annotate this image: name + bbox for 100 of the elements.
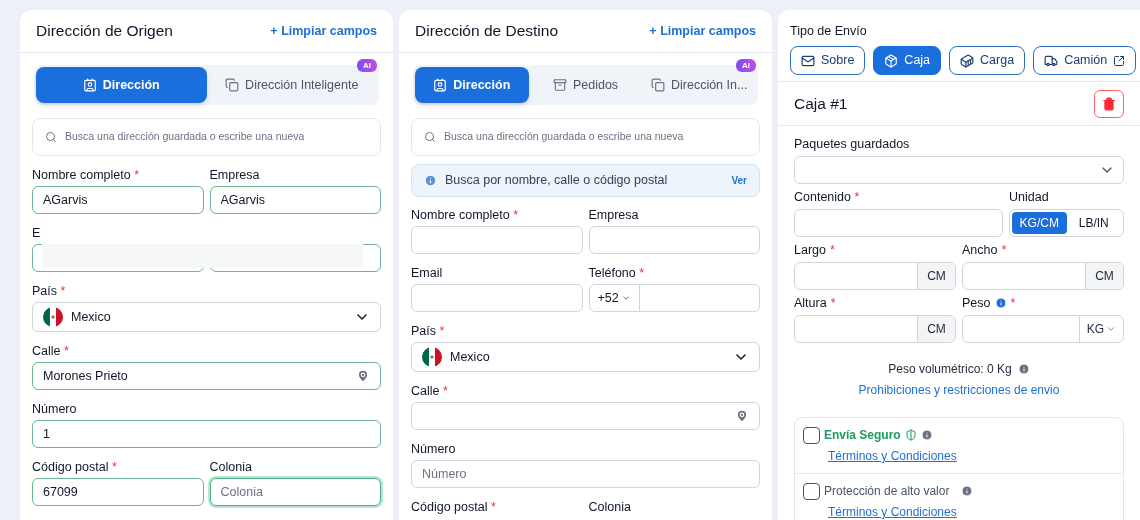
card-title: Dirección de Origen	[36, 21, 173, 42]
archive-box-icon	[552, 78, 567, 92]
clear-fields-link[interactable]: + Limpiar campos	[270, 21, 377, 41]
option-label: Protección de alto valor	[824, 483, 950, 500]
external-link-icon	[1113, 54, 1126, 67]
map-pin-icon	[356, 369, 370, 383]
flag-icon	[422, 347, 442, 367]
field-label: Nombre completo *	[411, 207, 519, 223]
section-title: Tipo de Envío	[790, 24, 867, 38]
field-label: Colonia	[588, 499, 632, 515]
ai-badge: AI	[736, 59, 756, 72]
field-label: Unidad	[1009, 189, 1050, 205]
map-pin-icon	[735, 409, 749, 423]
shipment-type-button[interactable]: Carga	[949, 46, 1026, 75]
country-code-select[interactable]: +52	[589, 285, 640, 311]
field-label: Paquetes guardados	[794, 136, 911, 152]
text-field[interactable]	[411, 284, 583, 312]
field-label: E	[32, 225, 41, 241]
phone-field[interactable]: +52	[588, 284, 760, 312]
shipment-type-button[interactable]: Caja	[873, 46, 942, 75]
contact-card-icon	[82, 78, 97, 92]
flag-icon	[43, 307, 63, 327]
country-select[interactable]: Mexico	[411, 342, 760, 372]
volumetric-weight: Peso volumétrico: 0 Kg	[888, 361, 1012, 378]
measure-field[interactable]: KG	[962, 315, 1124, 343]
unit-addon: CM	[1085, 263, 1123, 289]
field-label: Empresa	[588, 207, 640, 223]
search-icon	[424, 131, 436, 143]
text-field[interactable]: 67099	[32, 478, 204, 506]
text-field[interactable]: Número	[411, 460, 760, 488]
street-field[interactable]: Morones Prieto	[32, 362, 381, 390]
search-field[interactable]: Busca una dirección guardada o escribe una nueva	[32, 118, 381, 156]
field-label: Contenido *	[794, 189, 861, 205]
field-label: Nombre completo *	[32, 167, 140, 183]
field-label: Número	[411, 441, 457, 457]
text-field[interactable]	[411, 226, 583, 254]
field-label: Calle *	[32, 343, 70, 359]
ai-badge: AI	[357, 59, 377, 72]
search-field[interactable]: Busca una dirección guardada o escribe una nueva	[411, 118, 760, 156]
field-label: Código postal *	[32, 459, 118, 475]
terms-link[interactable]: Términos y Condiciones	[828, 447, 957, 465]
view-link[interactable]: Ver	[731, 173, 747, 188]
info-icon	[961, 485, 974, 497]
field-label: Colonia	[209, 459, 253, 475]
field-label: Altura *	[794, 295, 836, 311]
envelope-icon	[801, 53, 815, 68]
info-icon	[1017, 363, 1030, 375]
field-label: Calle *	[411, 383, 449, 399]
text-field[interactable]	[588, 226, 760, 254]
contact-card-icon	[433, 78, 448, 92]
content-field[interactable]	[794, 209, 1003, 237]
text-field[interactable]: AGarvis	[209, 186, 381, 214]
text-field[interactable]: Colonia	[209, 478, 381, 506]
field-label: Código postal *	[411, 499, 497, 515]
shipment-type-button[interactable]: Camión	[1033, 46, 1137, 75]
chevron-down-icon	[620, 293, 631, 303]
text-field[interactable]: 1	[32, 420, 381, 448]
measure-field[interactable]: CM	[962, 262, 1124, 290]
unit-addon: CM	[917, 316, 955, 342]
info-text: Busca por nombre, calle o código postal	[445, 172, 669, 190]
tab[interactable]: Dirección	[415, 67, 529, 103]
copy-icon	[225, 78, 240, 92]
shipment-type-button[interactable]: Sobre	[790, 46, 866, 75]
restrictions-link[interactable]: Prohibiciones y restricciones de envio	[858, 381, 1060, 399]
clear-fields-link[interactable]: + Limpiar campos	[649, 21, 756, 41]
copy-icon	[650, 78, 665, 92]
info-icon	[994, 297, 1007, 309]
delete-button[interactable]	[1094, 89, 1124, 118]
measure-field[interactable]: CM	[794, 315, 956, 343]
container-icon	[960, 53, 975, 68]
field-label: Email	[411, 265, 444, 281]
truck-icon	[1044, 53, 1059, 68]
measure-field[interactable]: CM	[794, 262, 956, 290]
unit-option[interactable]: KG/CM	[1012, 212, 1067, 234]
checkbox[interactable]	[803, 482, 820, 500]
info-icon	[424, 174, 437, 187]
checkbox[interactable]	[803, 426, 820, 444]
field-label: Teléfono *	[588, 265, 646, 281]
shield-icon	[904, 429, 917, 441]
box-title: Caja #1	[794, 93, 848, 114]
card-title: Dirección de Destino	[415, 21, 558, 42]
street-field[interactable]	[411, 402, 760, 430]
tab[interactable]: Dirección	[36, 67, 207, 103]
info-icon	[920, 429, 933, 441]
unit-addon: CM	[917, 263, 955, 289]
unit-option[interactable]: LB/IN	[1066, 212, 1121, 234]
search-icon	[45, 131, 57, 143]
package-icon	[884, 53, 899, 68]
text-field[interactable]: AGarvis	[32, 186, 204, 214]
country-select[interactable]: Mexico	[32, 302, 381, 332]
saved-packages-select[interactable]	[794, 156, 1124, 184]
field-label: Ancho *	[962, 242, 1007, 258]
tab[interactable]: Pedidos	[528, 67, 643, 103]
field-label: Largo *	[794, 242, 835, 258]
chevron-down-icon	[1106, 324, 1117, 334]
field-label: Empresa	[209, 167, 261, 183]
field-label: País *	[411, 323, 446, 339]
unit-select[interactable]: KG	[1079, 316, 1123, 342]
field-label: Peso *	[962, 295, 1016, 311]
terms-link[interactable]: Términos y Condiciones	[828, 503, 957, 520]
